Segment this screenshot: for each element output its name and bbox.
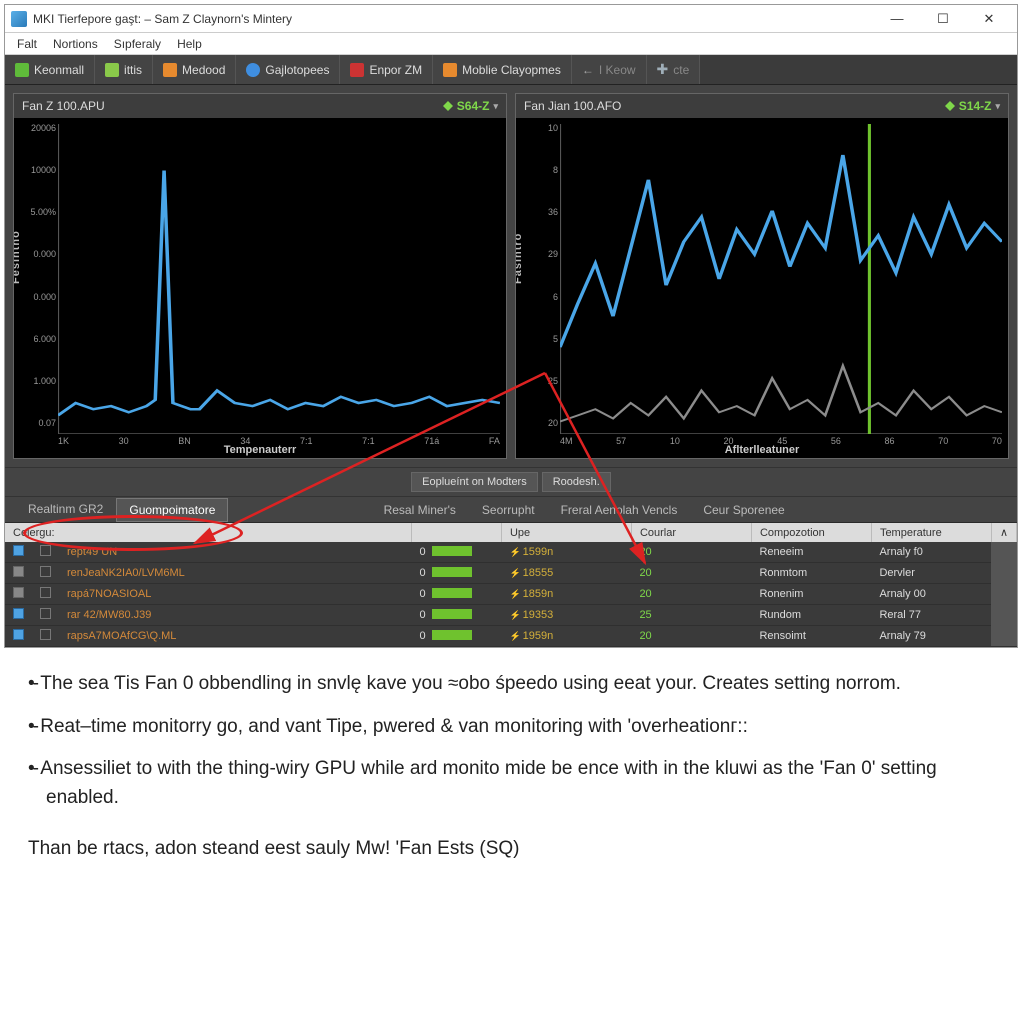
titlebar: MKI Tierfepore gaşt: – Sam Z Claynorn's … — [5, 5, 1017, 33]
close-button[interactable]: ✕ — [967, 6, 1011, 32]
menu-help[interactable]: Help — [169, 37, 210, 51]
row-index[interactable] — [32, 584, 59, 605]
chart-right-title: Fan Jian 100.AFO — [524, 99, 621, 113]
table-row[interactable]: rapsA7MOAfCG\Q.ML01959n20RensoimtArnaly … — [5, 626, 1017, 647]
row-checkbox[interactable] — [5, 626, 32, 647]
toolbar-icon — [105, 63, 119, 77]
toolbar-icon: ← — [582, 63, 594, 77]
toolbar-btn-4[interactable]: Enpor ZM — [340, 55, 433, 84]
toolbar-icon: ✚ — [657, 61, 669, 78]
toolbar-btn-3[interactable]: Gajlotopees — [236, 55, 340, 84]
app-icon — [11, 11, 27, 27]
row-temperature: Arnaly 00 — [871, 584, 991, 605]
minimize-button[interactable]: — — [875, 6, 919, 32]
row-temperature: Arnaly 79 — [871, 626, 991, 647]
toolbar-btn-2[interactable]: Medood — [153, 55, 236, 84]
row-checkbox[interactable] — [5, 605, 32, 626]
toolbar-label: I Keow — [599, 63, 636, 77]
bar-icon — [432, 588, 472, 598]
row-index[interactable] — [32, 605, 59, 626]
toolbar-label: Keonmall — [34, 63, 84, 77]
footer-line: Than be rtacs, adon steand eest sauly Mw… — [0, 836, 1024, 860]
toolbar-label: ittis — [124, 63, 142, 77]
row-zero: 0 — [411, 584, 501, 605]
toolbar-icon — [163, 63, 177, 77]
bar-icon — [432, 630, 472, 640]
chart-right-badge[interactable]: S14-Z ▾ — [945, 99, 1000, 113]
chart-left-title: Fan Z 100.APU — [22, 99, 105, 113]
toolbar-btn-1[interactable]: ittis — [95, 55, 153, 84]
app-window: MKI Tierfepore gaşt: – Sam Z Claynorn's … — [4, 4, 1018, 648]
row-courlar: 25 — [631, 605, 751, 626]
row-name: rar 42/MW80.J39 — [59, 605, 411, 626]
row-zero: 0 — [411, 605, 501, 626]
toolbar-label: Enpor ZM — [369, 63, 422, 77]
article-bullets: The sea Ƭis Fan 0 obbendling in snvlę ka… — [0, 652, 1024, 836]
bullet-2: Reat–time monitorry go, and vant Tipe, p… — [28, 713, 996, 742]
row-name: rapsA7MOAfCG\Q.ML — [59, 626, 411, 647]
chevron-down-icon: ▾ — [493, 101, 498, 112]
toolbar-btn-0[interactable]: Keonmall — [5, 55, 95, 84]
bullet-1: The sea Ƭis Fan 0 obbendling in snvlę ka… — [28, 670, 996, 699]
row-zero: 0 — [411, 626, 501, 647]
row-composition: Ronenim — [751, 584, 871, 605]
menu-specialty[interactable]: Sıpferaly — [106, 37, 169, 51]
chart-right-header: Fan Jian 100.AFO S14-Z ▾ — [516, 94, 1008, 118]
annotation-arrows — [5, 333, 1005, 573]
row-courlar: 20 — [631, 584, 751, 605]
chart-left-badge[interactable]: S64-Z ▾ — [443, 99, 498, 113]
menu-options[interactable]: Nortions — [45, 37, 106, 51]
toolbar-label: Moblie Clayopmes — [462, 63, 561, 77]
table-row[interactable]: rapá7NOASIOAL01859n20RonenimArnaly 00 — [5, 584, 1017, 605]
row-name: rapá7NOASIOAL — [59, 584, 411, 605]
toolbar-icon — [246, 63, 260, 77]
data-table-wrap: Celergu: Upe Courlar Compozotion Tempera… — [5, 523, 1017, 647]
row-composition: Rundom — [751, 605, 871, 626]
toolbar-label: cte — [673, 63, 689, 77]
row-checkbox[interactable] — [5, 584, 32, 605]
window-title: MKI Tierfepore gaşt: – Sam Z Claynorn's … — [33, 12, 875, 26]
toolbar: Keonmall ittis Medood Gajlotopees Enpor ZM Mo… — [5, 55, 1017, 85]
toolbar-icon — [15, 63, 29, 77]
row-upe: 1859n — [501, 584, 631, 605]
toolbar-icon — [350, 63, 364, 77]
row-upe: 19353 — [501, 605, 631, 626]
diamond-icon — [443, 101, 453, 111]
toolbar-btn-6[interactable]: ← I Keow — [572, 55, 647, 84]
toolbar-icon — [443, 63, 457, 77]
row-courlar: 20 — [631, 626, 751, 647]
row-composition: Rensoimt — [751, 626, 871, 647]
chevron-down-icon: ▾ — [995, 101, 1000, 112]
bullet-3: Ansessiliet to with the thing-wiry GPU w… — [28, 755, 996, 812]
row-index[interactable] — [32, 626, 59, 647]
menubar: Falt Nortions Sıpferaly Help — [5, 33, 1017, 55]
row-upe: 1959n — [501, 626, 631, 647]
window-buttons: — ☐ ✕ — [875, 6, 1011, 32]
toolbar-btn-5[interactable]: Moblie Clayopmes — [433, 55, 572, 84]
table-row[interactable]: rar 42/MW80.J3901935325RundomReral 77 — [5, 605, 1017, 626]
toolbar-label: Gajlotopees — [265, 63, 329, 77]
chart-left-header: Fan Z 100.APU S64-Z ▾ — [14, 94, 506, 118]
toolbar-label: Medood — [182, 63, 225, 77]
row-temperature: Reral 77 — [871, 605, 991, 626]
bar-icon — [432, 609, 472, 619]
diamond-icon — [945, 101, 955, 111]
toolbar-btn-7[interactable]: ✚ cte — [647, 55, 701, 84]
menu-file[interactable]: Falt — [9, 37, 45, 51]
maximize-button[interactable]: ☐ — [921, 6, 965, 32]
